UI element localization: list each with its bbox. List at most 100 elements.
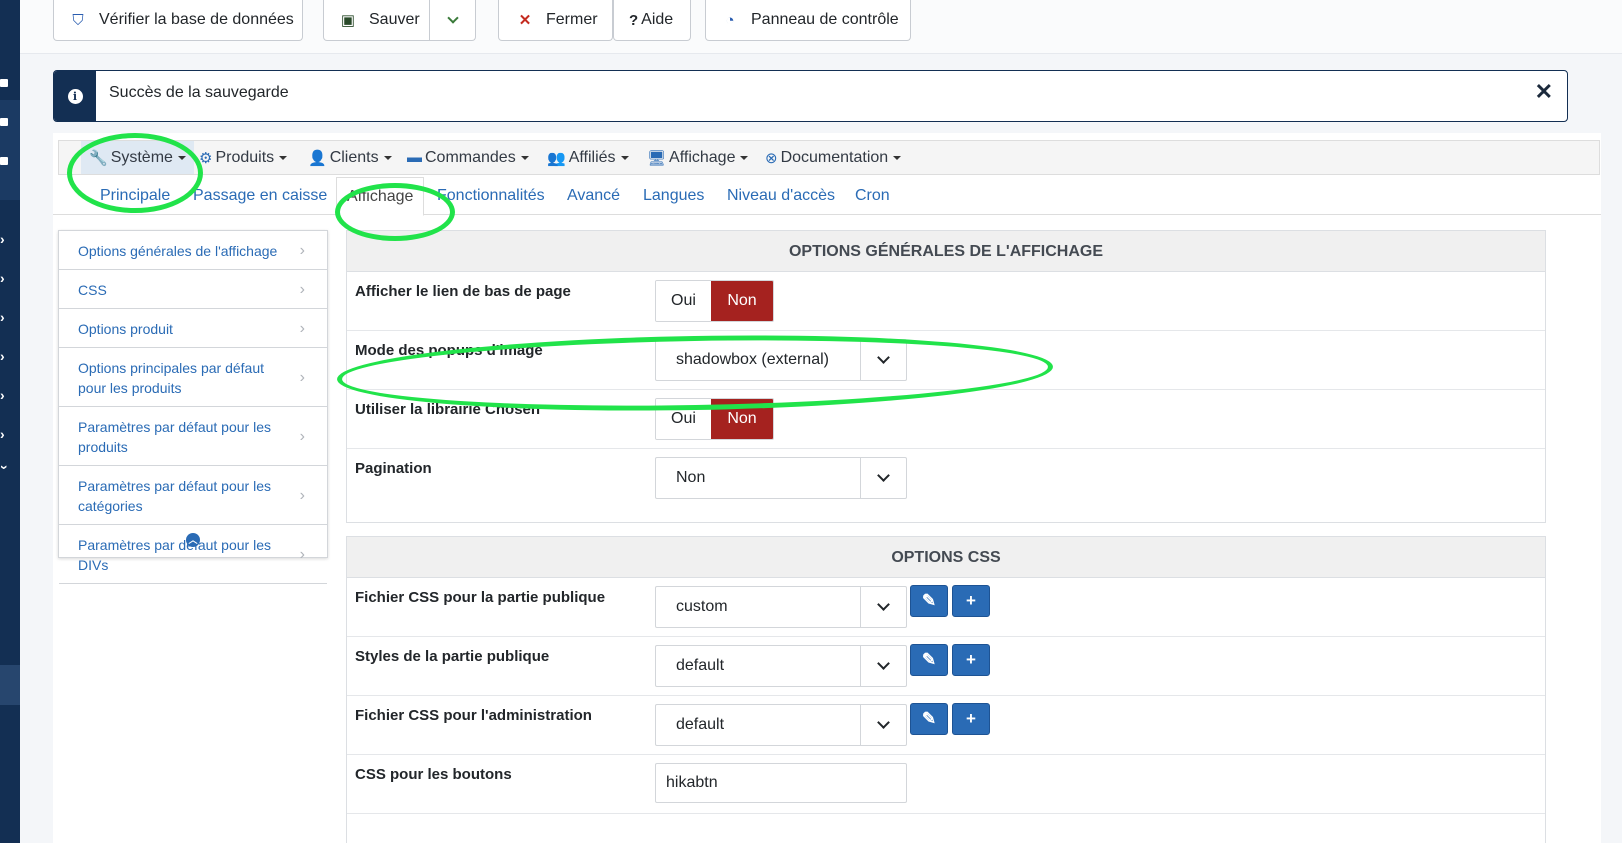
- nav-item-options-principales-produits[interactable]: Options principales par défaut pour les …: [59, 348, 327, 407]
- section-title: OPTIONS CSS: [347, 537, 1545, 578]
- alert-message: Succès de la sauvegarde: [109, 84, 289, 101]
- save-label: Sauver: [369, 11, 420, 28]
- sidebar-active-item[interactable]: [0, 665, 20, 705]
- chevron-right-icon[interactable]: ›: [0, 310, 10, 324]
- add-plus-button[interactable]: +: [952, 703, 990, 735]
- nav-item-options-generales[interactable]: Options générales de l'affichage ›: [59, 231, 327, 270]
- plus-icon: +: [966, 591, 976, 610]
- chevron-right-icon[interactable]: ›: [0, 388, 10, 402]
- close-button[interactable]: ✕ Fermer: [498, 0, 613, 41]
- chevron-right-icon[interactable]: ›: [0, 427, 10, 441]
- row-chosen-library: Utiliser la librairie Chosen Oui Non: [347, 390, 1545, 449]
- tab-cron[interactable]: Cron: [855, 187, 890, 205]
- caret-down-icon: [383, 155, 392, 160]
- menu-documentation[interactable]: ⊗ Documentation: [765, 141, 902, 174]
- save-button[interactable]: ▣ Sauver: [323, 0, 476, 41]
- chevron-right-icon[interactable]: ›: [0, 349, 10, 363]
- toolbar: ⛉ Vérifier la base de données ▣ Sauver ✕…: [20, 0, 1622, 54]
- tab-principale[interactable]: Principale: [100, 187, 170, 205]
- nav-item-label: Options générales de l'affichage: [78, 243, 278, 259]
- close-label: Fermer: [546, 11, 598, 28]
- plus-icon: +: [966, 709, 976, 728]
- users-icon: 👥: [547, 149, 566, 167]
- menu-affilies[interactable]: 👥 Affiliés: [547, 141, 629, 174]
- menu-affilies-label: Affiliés: [568, 148, 616, 166]
- toggle-no[interactable]: Non: [711, 399, 773, 439]
- add-plus-button[interactable]: +: [952, 644, 990, 676]
- success-alert: i Succès de la sauvegarde ✕: [53, 70, 1568, 122]
- chevron-up-circle-icon: ︿: [186, 533, 200, 547]
- menu-documentation-label: Documentation: [780, 148, 889, 166]
- nav-item-parametres-produits[interactable]: Paramètres par défaut pour les produits …: [59, 407, 327, 466]
- chevron-right-icon[interactable]: ›: [0, 232, 10, 246]
- control-panel-label: Panneau de contrôle: [751, 11, 899, 28]
- tab-affichage[interactable]: Affichage: [336, 177, 425, 216]
- menu-systeme[interactable]: 🔧 Système: [81, 141, 194, 174]
- caret-down-icon: [740, 155, 749, 160]
- chevron-down-icon: [860, 705, 906, 745]
- tab-niveau-acces[interactable]: Niveau d'accès: [727, 187, 835, 205]
- select-value: default: [676, 716, 725, 733]
- save-dropdown-toggle[interactable]: [429, 0, 475, 40]
- buttons-css-input[interactable]: hikabtn: [655, 763, 907, 803]
- footer-link-toggle: Oui Non: [655, 280, 774, 322]
- frontend-styles-select[interactable]: default: [655, 645, 907, 687]
- toggle-no[interactable]: Non: [711, 281, 773, 321]
- edit-pencil-button[interactable]: ✎: [910, 703, 948, 735]
- chevron-down-icon[interactable]: ›: [0, 465, 13, 475]
- caret-down-icon: [893, 155, 902, 160]
- nav-item-label: Paramètres par défaut pour les produits: [78, 419, 271, 455]
- edit-pencil-button[interactable]: ✎: [910, 585, 948, 617]
- pencil-icon: ✎: [921, 650, 937, 669]
- grid-icon[interactable]: [0, 157, 8, 165]
- nav-item-css[interactable]: CSS ›: [59, 270, 327, 309]
- menu-produits[interactable]: ⚙ Produits: [199, 141, 288, 174]
- menu-clients[interactable]: 👤 Clients: [308, 141, 392, 174]
- row-frontend-css: Fichier CSS pour la partie publique cust…: [347, 578, 1545, 637]
- frontend-css-select[interactable]: custom: [655, 586, 907, 628]
- tab-langues[interactable]: Langues: [643, 187, 704, 205]
- pagination-select[interactable]: Non: [655, 457, 907, 499]
- collapse-list-button[interactable]: ︿: [59, 523, 327, 557]
- nav-item-label: CSS: [78, 282, 107, 298]
- grid-icon[interactable]: [0, 118, 8, 126]
- field-label: Styles de la partie publique: [355, 648, 550, 665]
- tab-fonctionnalites[interactable]: Fonctionnalités: [437, 187, 545, 205]
- floppy-disk-icon: ▣: [340, 12, 356, 29]
- menu-commandes[interactable]: ▬ Commandes: [407, 141, 529, 174]
- row-buttons-css: CSS pour les boutons hikabtn: [347, 755, 1545, 814]
- chevron-down-icon: [860, 646, 906, 686]
- cubes-icon: ⚙: [199, 149, 213, 167]
- help-label: Aide: [641, 11, 674, 28]
- caret-down-icon: [279, 155, 288, 160]
- control-panel-button[interactable]: ◔ Panneau de contrôle: [705, 0, 911, 41]
- grid-icon[interactable]: [0, 79, 8, 87]
- chevron-down-icon: [446, 12, 459, 24]
- chevron-down-icon: [860, 458, 906, 498]
- nav-item-parametres-categories[interactable]: Paramètres par défaut pour les catégorie…: [59, 466, 327, 525]
- chevron-right-icon[interactable]: ›: [0, 271, 10, 285]
- edit-pencil-button[interactable]: ✎: [910, 644, 948, 676]
- tab-passage-en-caisse[interactable]: Passage en caisse: [193, 187, 327, 205]
- select-value: default: [676, 657, 725, 674]
- add-plus-button[interactable]: +: [952, 585, 990, 617]
- toggle-yes[interactable]: Oui: [656, 281, 711, 321]
- alert-close-icon[interactable]: ✕: [1535, 79, 1553, 105]
- nav-item-options-produit[interactable]: Options produit ›: [59, 309, 327, 348]
- chevron-right-icon: ›: [299, 487, 305, 504]
- css-options-section: OPTIONS CSS Fichier CSS pour la partie p…: [346, 536, 1546, 843]
- verify-database-button[interactable]: ⛉ Vérifier la base de données: [53, 0, 303, 41]
- pencil-icon: ✎: [921, 591, 937, 610]
- select-value: Non: [676, 469, 706, 486]
- plus-icon: +: [966, 650, 976, 669]
- popup-mode-select[interactable]: shadowbox (external): [655, 339, 907, 381]
- backend-css-select[interactable]: default: [655, 704, 907, 746]
- menu-affichage-label: Affichage: [669, 148, 736, 166]
- menu-affichage[interactable]: 🖥 Affichage: [647, 141, 749, 174]
- chosen-toggle: Oui Non: [655, 398, 774, 440]
- toggle-yes[interactable]: Oui: [656, 399, 711, 439]
- menu-commandes-label: Commandes: [425, 148, 516, 166]
- nav-item-label: Options principales par défaut pour les …: [78, 360, 264, 396]
- tab-avance[interactable]: Avancé: [567, 187, 620, 205]
- help-button[interactable]: ? Aide: [613, 0, 691, 41]
